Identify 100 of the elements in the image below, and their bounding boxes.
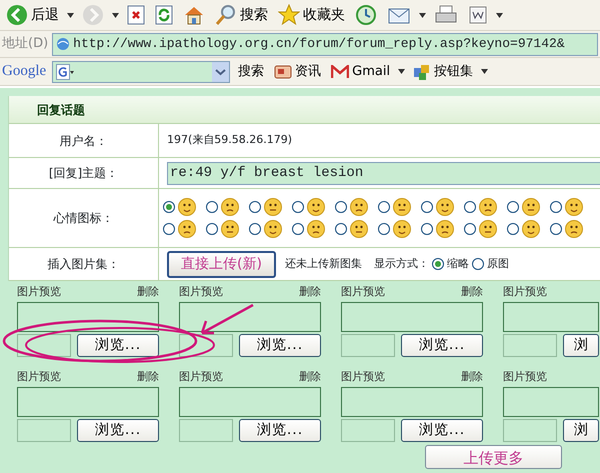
radio-button[interactable]	[550, 201, 562, 213]
delete-link[interactable]: 删除	[299, 369, 321, 385]
radio-button[interactable]	[550, 223, 562, 235]
history-button[interactable]	[353, 4, 379, 26]
browse-button[interactable]: 浏览...	[401, 419, 483, 442]
display-option[interactable]: 缩略	[432, 256, 469, 272]
radio-button[interactable]	[421, 201, 433, 213]
file-path-field[interactable]	[17, 419, 71, 442]
star-icon	[278, 4, 300, 26]
radio-button[interactable]	[335, 223, 347, 235]
username-text: 197(来自59.58.26.179)	[167, 132, 292, 148]
emoticon-icon	[436, 198, 454, 216]
radio-button[interactable]	[335, 201, 347, 213]
favorites-button[interactable]: 收藏夹	[276, 4, 347, 26]
form-header: 回复话题	[9, 96, 600, 124]
browse-button[interactable]: 浏览...	[77, 419, 159, 442]
search-icon	[215, 4, 237, 26]
gmail-button[interactable]: Gmail	[329, 62, 392, 82]
dropdown-arrow-icon[interactable]	[398, 69, 406, 74]
emoticon-icon	[522, 198, 540, 216]
radio-button[interactable]	[292, 223, 304, 235]
preview-label: 图片预览	[341, 369, 385, 385]
radio-button[interactable]	[464, 201, 476, 213]
home-icon	[183, 5, 205, 25]
preview-label: 图片预览	[17, 369, 61, 385]
delete-link[interactable]: 删除	[299, 284, 321, 300]
field-label: 用户名：	[9, 124, 159, 157]
file-path-field[interactable]	[17, 334, 71, 357]
emoticon-icon	[221, 220, 239, 238]
refresh-icon	[155, 5, 173, 25]
file-path-field[interactable]	[179, 334, 233, 357]
display-mode-label: 显示方式：	[374, 256, 429, 272]
mail-icon	[331, 64, 350, 78]
address-field[interactable]: http://www.ipathology.org.cn/forum/forum_reply.asp?keyno=97142&	[52, 32, 598, 56]
emoticon-icon	[350, 198, 368, 216]
emoticon-icon	[522, 220, 540, 238]
radio-button[interactable]	[163, 201, 175, 213]
browse-button[interactable]: 浏览...	[77, 334, 159, 357]
radio-button[interactable]	[421, 223, 433, 235]
browse-button[interactable]: 浏览...	[239, 334, 321, 357]
radio-button[interactable]	[163, 223, 175, 235]
emoticon-icon	[264, 198, 282, 216]
radio-button[interactable]	[378, 223, 390, 235]
browse-button[interactable]: 浏	[563, 419, 599, 442]
radio-button[interactable]	[292, 201, 304, 213]
document-icon	[468, 5, 488, 25]
emoticon-icon	[178, 220, 196, 238]
stop-icon	[127, 5, 145, 25]
emoticon-icon	[565, 198, 583, 216]
emoticon-icon	[479, 220, 497, 238]
radio-button[interactable]	[249, 223, 261, 235]
dropdown-arrow-icon[interactable]	[67, 12, 74, 18]
file-path-field[interactable]	[179, 419, 233, 442]
emoticon-icon	[307, 220, 325, 238]
dropdown-arrow-icon[interactable]	[419, 12, 426, 18]
page-icon	[56, 37, 70, 51]
dropdown-arrow-icon[interactable]	[481, 69, 488, 74]
browse-button[interactable]: 浏览...	[401, 334, 483, 357]
preview-label: 图片预览	[179, 369, 223, 385]
puzzle-icon	[413, 62, 432, 80]
dropdown-arrow-icon[interactable]	[496, 12, 503, 18]
delete-link[interactable]: 删除	[137, 284, 159, 300]
file-path-field[interactable]	[341, 334, 395, 357]
buttons-button[interactable]: 按钮集	[411, 62, 476, 82]
delete-link[interactable]: 删除	[461, 284, 483, 300]
radio-button[interactable]	[378, 201, 390, 213]
emoticon-icon	[393, 198, 411, 216]
field-label: [回复]主题：	[9, 158, 159, 188]
google-logo: Google	[2, 62, 46, 82]
emoticon-icon	[436, 220, 454, 238]
field-label: 插入图片集：	[9, 248, 159, 280]
display-option[interactable]: 原图	[472, 256, 509, 272]
news-icon	[274, 64, 292, 80]
emoticon-icon	[393, 220, 411, 238]
file-path-field[interactable]	[503, 334, 557, 357]
search-button[interactable]: 搜索	[213, 4, 270, 26]
address-label: 地址(D)	[2, 35, 48, 54]
refresh-button[interactable]	[153, 5, 175, 25]
radio-button[interactable]	[507, 201, 519, 213]
file-path-field[interactable]	[503, 419, 557, 442]
search-button[interactable]: 搜索	[236, 62, 266, 82]
stop-button[interactable]	[125, 5, 147, 25]
back-button[interactable]: 后退	[4, 4, 61, 26]
radio-button[interactable]	[206, 201, 218, 213]
file-path-field[interactable]	[341, 419, 395, 442]
radio-button[interactable]	[206, 223, 218, 235]
delete-link[interactable]: 删除	[461, 369, 483, 385]
upload-more-button[interactable]: 上传更多	[425, 445, 562, 469]
news-button[interactable]: 资讯	[272, 62, 324, 82]
subject-field[interactable]: re:49 y/f breast lesion	[167, 162, 600, 184]
delete-link[interactable]: 删除	[137, 369, 159, 385]
radio-button[interactable]	[464, 223, 476, 235]
history-icon	[355, 4, 377, 26]
upload-button[interactable]: 直接上传(新)	[167, 250, 276, 278]
radio-button[interactable]	[507, 223, 519, 235]
browse-button[interactable]: 浏览...	[239, 419, 321, 442]
google-search-field[interactable]	[52, 60, 230, 82]
preview-label: 图片预览	[179, 284, 223, 300]
browse-button[interactable]: 浏	[563, 334, 599, 357]
radio-button[interactable]	[249, 201, 261, 213]
